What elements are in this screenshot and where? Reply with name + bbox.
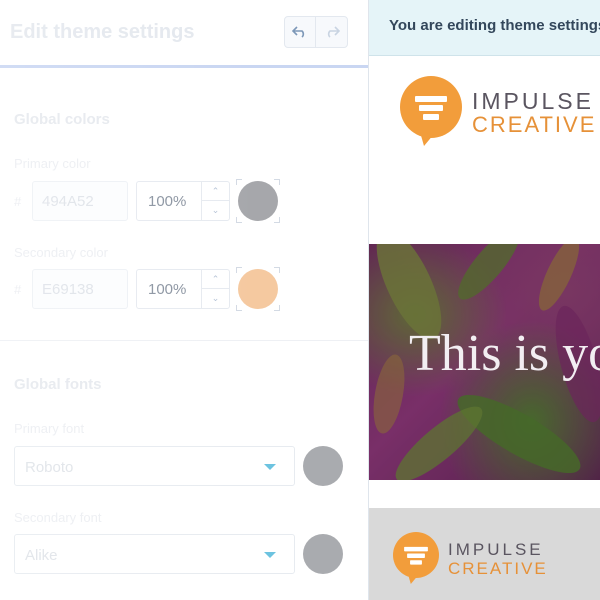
chevron-down-icon: ⌄ (211, 205, 220, 215)
global-colors-heading: Global colors (14, 111, 110, 128)
undo-button[interactable] (285, 17, 316, 47)
primary-color-label: Primary color (14, 156, 91, 171)
swatch-corner (274, 267, 280, 273)
secondary-color-swatch (238, 269, 278, 309)
swatch-corner (274, 179, 280, 185)
editing-banner-text: You are editing theme settings (389, 17, 600, 34)
primary-font-color-button[interactable] (303, 446, 343, 486)
secondary-opacity-stepper: ⌃ ⌄ (201, 270, 229, 308)
logo-text-creative: CREATIVE (472, 112, 597, 137)
hero-heading: This is yo (409, 325, 600, 382)
swatch-corner (274, 305, 280, 311)
section-divider (0, 340, 368, 341)
global-fonts-heading: Global fonts (14, 376, 102, 393)
decrement-button[interactable]: ⌄ (202, 201, 229, 220)
primary-font-label: Primary font (14, 421, 85, 436)
primary-opacity-stepper: ⌃ ⌄ (201, 182, 229, 220)
panel-title: Edit theme settings (10, 21, 195, 43)
swatch-corner (236, 179, 242, 185)
footer-logo-text-creative: CREATIVE (448, 559, 548, 578)
secondary-hash-label: # (14, 282, 22, 297)
primary-opacity-value: 100% (148, 193, 187, 210)
chevron-up-icon: ⌃ (211, 185, 220, 196)
primary-color-swatch (238, 181, 278, 221)
chevron-up-icon: ⌃ (211, 273, 220, 284)
primary-font-select[interactable]: Roboto (14, 446, 295, 486)
increment-button[interactable]: ⌃ (202, 270, 229, 289)
site-header: IMPULSE CREATIVE (369, 56, 600, 244)
hero-banner: This is yo (369, 244, 600, 480)
panel-header: Edit theme settings (0, 0, 368, 68)
swatch-corner (236, 305, 242, 311)
footer-logo-text-impulse: IMPULSE (448, 540, 544, 559)
secondary-font-label: Secondary font (14, 510, 102, 525)
secondary-font-color-button[interactable] (303, 534, 343, 574)
logo-text-impulse: IMPULSE (472, 88, 594, 114)
secondary-opacity-value: 100% (148, 281, 187, 298)
secondary-font-select[interactable]: Alike (14, 534, 295, 574)
secondary-font-value: Alike (25, 547, 58, 564)
theme-settings-panel: Edit theme settings Global colors Primar… (0, 0, 368, 600)
undo-icon (292, 26, 305, 38)
redo-button[interactable] (316, 17, 347, 47)
undo-redo-group (284, 16, 348, 48)
impulse-logo-icon (400, 76, 462, 146)
secondary-opacity-input[interactable]: 100% ⌃ ⌄ (136, 269, 230, 309)
primary-color-hex-input[interactable]: 494A52 (32, 181, 128, 221)
site-footer: IMPULSE CREATIVE (369, 508, 600, 600)
caret-down-icon (264, 552, 276, 558)
secondary-color-label: Secondary color (14, 245, 108, 260)
impulse-logo-icon (393, 532, 439, 584)
secondary-color-swatch-button[interactable] (236, 267, 280, 311)
chevron-down-icon: ⌄ (211, 293, 220, 303)
primary-color-swatch-button[interactable] (236, 179, 280, 223)
redo-icon (327, 26, 340, 38)
editing-banner: You are editing theme settings (369, 0, 600, 56)
primary-opacity-input[interactable]: 100% ⌃ ⌄ (136, 181, 230, 221)
primary-hash-label: # (14, 194, 22, 209)
caret-down-icon (264, 464, 276, 470)
decrement-button[interactable]: ⌄ (202, 289, 229, 308)
secondary-color-hex-input[interactable]: E69138 (32, 269, 128, 309)
increment-button[interactable]: ⌃ (202, 182, 229, 201)
site-preview: You are editing theme settings IMPULSE C… (368, 0, 600, 600)
swatch-corner (236, 217, 242, 223)
section-spacer (369, 480, 600, 508)
swatch-corner (236, 267, 242, 273)
swatch-corner (274, 217, 280, 223)
primary-font-value: Roboto (25, 459, 74, 476)
